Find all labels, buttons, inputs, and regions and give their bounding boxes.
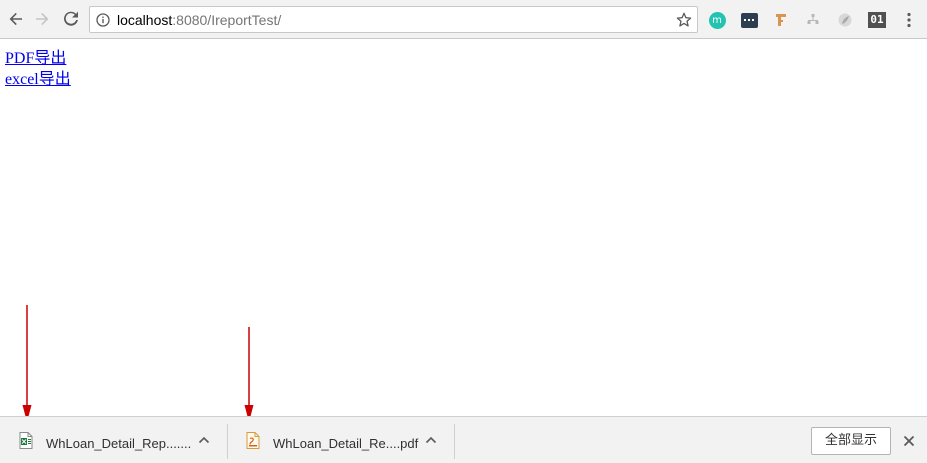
annotation-arrow-2 [244,327,254,422]
browser-toolbar: localhost:8080/IreportTest/ m 01 [0,0,927,39]
key-icon [776,14,786,26]
chevron-up-icon[interactable] [198,435,210,445]
address-bar[interactable]: localhost:8080/IreportTest/ [89,6,698,33]
extension-key-button[interactable] [772,11,790,29]
extension-m-icon: m [708,11,726,29]
excel-file-icon [19,432,33,449]
annotation-arrow-1 [22,305,32,422]
download-shelf: WhLoan_Detail_Rep....... WhLoan_Detail_R… [0,416,927,463]
reload-button[interactable] [59,7,83,31]
leaf-icon [838,13,852,27]
pdf-file-icon [246,432,260,449]
binary-01-icon: 01 [868,12,886,28]
back-button[interactable] [4,7,28,31]
extension-m-button[interactable]: m [708,11,726,29]
pdf-export-link[interactable]: PDF导出 [5,48,71,69]
extension-tree-button[interactable] [804,11,822,29]
kebab-menu-icon [907,12,911,28]
excel-export-link[interactable]: excel导出 [5,69,71,90]
ellipsis-box-icon [740,12,758,28]
forward-button[interactable] [30,7,54,31]
download-item-excel[interactable]: WhLoan_Detail_Rep....... [0,417,228,463]
download-separator [454,424,455,459]
download-filename: WhLoan_Detail_Rep....... [46,436,192,451]
chevron-up-icon[interactable] [425,435,437,445]
download-item-pdf[interactable]: WhLoan_Detail_Re....pdf [228,417,455,463]
url-host: localhost [117,12,173,28]
reload-icon [64,11,78,26]
page-content: PDF导出 excel导出 [5,48,71,90]
star-icon[interactable] [676,12,692,28]
arrow-right-icon [36,12,49,26]
hierarchy-icon [807,14,819,24]
extension-dots-button[interactable] [740,11,758,29]
info-icon[interactable] [96,13,110,27]
show-all-downloads-button[interactable]: 全部显示 [811,427,891,455]
close-icon[interactable] [903,435,915,447]
url-text[interactable]: localhost:8080/IreportTest/ [117,12,281,28]
url-path: :8080/IreportTest/ [172,12,282,28]
extension-leaf-button[interactable] [836,11,854,29]
browser-menu-button[interactable] [901,11,917,29]
download-filename: WhLoan_Detail_Re....pdf [273,436,419,451]
extension-binary-button[interactable]: 01 [868,11,886,29]
arrow-left-icon [9,12,22,26]
